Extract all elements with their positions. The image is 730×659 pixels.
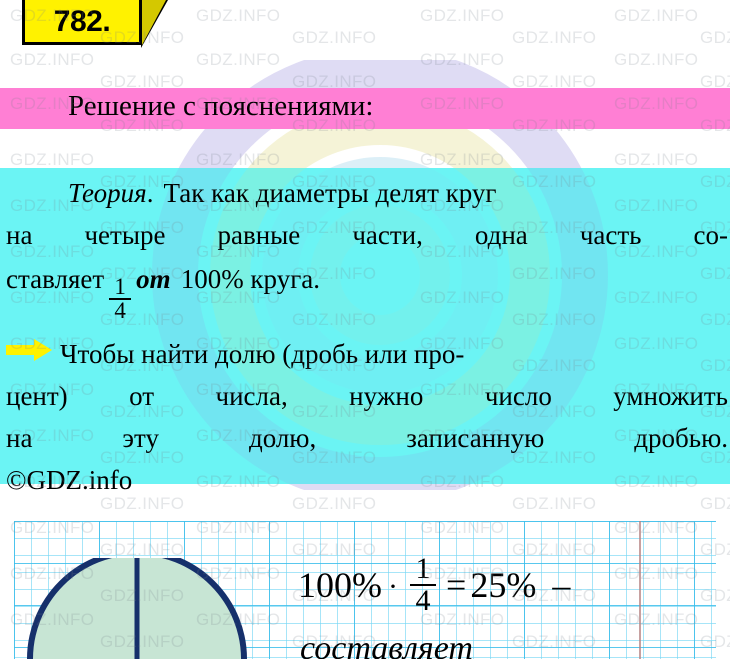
fraction-one-quarter: 1 4 <box>109 274 132 323</box>
theory-text: Теория. Так как диаметры делят круг на ч… <box>6 172 728 501</box>
watermark-text: GDZ.INFO <box>196 150 281 169</box>
formula-fraction-denominator: 4 <box>415 584 431 617</box>
watermark-text: GDZ.INFO <box>420 6 505 25</box>
theory-label: Теория <box>68 178 147 208</box>
badge-body: 782. <box>22 0 142 45</box>
exercise-number-badge: 782. <box>22 0 168 48</box>
page-root: Решение с пояснениями: Теория. Так как д… <box>0 0 730 659</box>
theory-line-2: на четыре равные части, одна часть со- <box>6 220 728 250</box>
solution-header-title: Решение с пояснениями: <box>68 90 374 122</box>
theory-line-3-bold: от <box>136 264 171 294</box>
formula-fraction-one-quarter: 1 4 <box>410 552 436 617</box>
watermark-text: GDZ.INFO <box>196 6 281 25</box>
fraction-denominator: 4 <box>114 298 126 323</box>
solution-caption: составляет <box>300 630 473 659</box>
circle-divided-by-diameters-diagram <box>27 558 247 659</box>
watermark-text: GDZ.INFO <box>614 150 699 169</box>
watermark-text: GDZ.INFO <box>614 50 699 69</box>
theory-label-suffix: . <box>146 178 154 208</box>
badge-number: 782. <box>53 5 111 38</box>
theory-line-3: ставляет 1 4 от 100% круга. <box>6 258 728 322</box>
right-arrow-bullet-icon <box>6 331 52 361</box>
formula-result: 25% <box>470 565 537 605</box>
formula-equals-sign: = <box>446 565 467 605</box>
formula-dash: – <box>552 565 571 605</box>
solution-formula: 100% · 1 4 = 25% – <box>298 552 571 617</box>
watermark-text: GDZ.INFO <box>196 50 281 69</box>
theory-line-1: Теория. Так как диаметры делят круг <box>6 172 728 214</box>
formula-first-term: 100% <box>298 565 382 605</box>
copyright-text: ©GDZ.info <box>6 465 133 495</box>
watermark-text: GDZ.INFO <box>512 28 597 47</box>
theory-rule-line-3: на эту долю, записанную дробью. <box>6 423 728 453</box>
formula-fraction-numerator: 1 <box>415 552 431 585</box>
watermark-text: GDZ.INFO <box>420 50 505 69</box>
watermark-text: GDZ.INFO <box>420 150 505 169</box>
theory-line-3-prefix: ставляет <box>6 264 105 294</box>
graph-paper-margin-line <box>639 521 641 659</box>
watermark-text: GDZ.INFO <box>700 28 730 47</box>
watermark-text: GDZ.INFO <box>292 28 377 47</box>
watermark-text: GDZ.INFO <box>614 6 699 25</box>
formula-multiply-operator: · <box>388 570 398 603</box>
theory-rule-line-2: цент) от числа, нужно число умножить <box>6 381 728 411</box>
theory-rule-line-1-text: Чтобы найти долю (дробь или про- <box>60 339 465 369</box>
watermark-text: GDZ.INFO <box>10 50 95 69</box>
theory-rule-line-1: Чтобы найти долю (дробь или про- <box>6 333 728 375</box>
theory-line-3-suffix: 100% круга. <box>180 264 320 294</box>
watermark-text: GDZ.INFO <box>10 150 95 169</box>
fraction-numerator: 1 <box>114 274 126 299</box>
theory-line-1-text: Так как диаметры делят круг <box>163 178 497 208</box>
badge-fold-corner <box>142 0 166 45</box>
